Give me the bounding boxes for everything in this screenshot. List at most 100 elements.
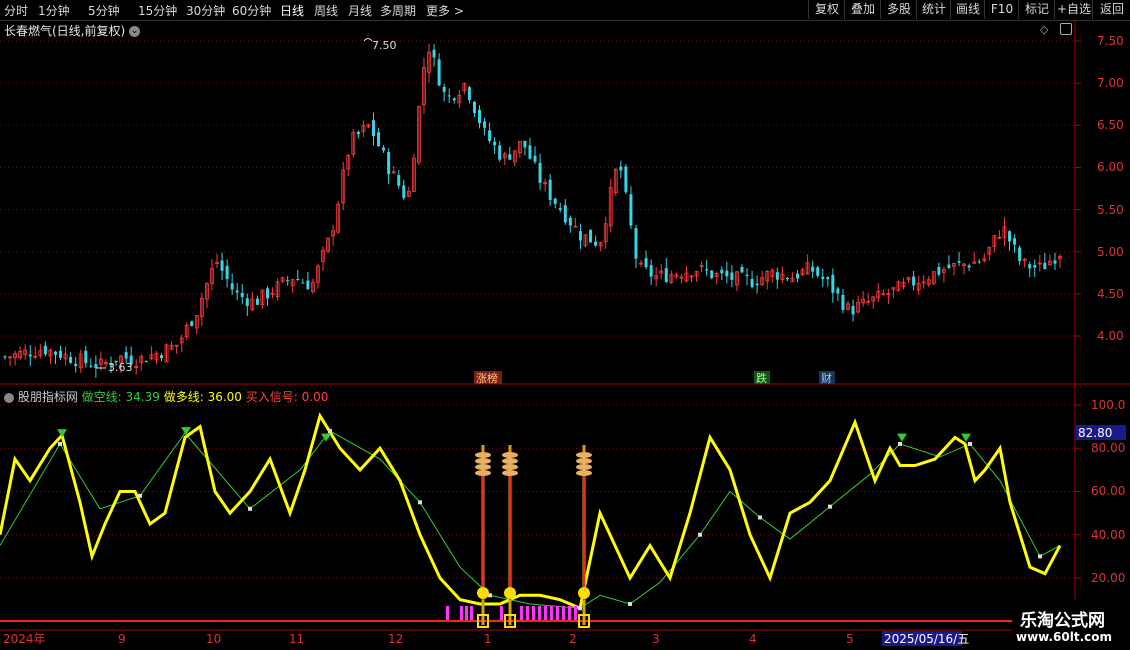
sell-arrow-icon — [961, 433, 971, 442]
buy-smiley-icon — [477, 587, 489, 599]
candle-body — [225, 265, 229, 279]
candle-body — [664, 268, 668, 282]
buy-signal-coil — [576, 458, 592, 464]
candle-body — [548, 179, 552, 200]
buy-signal-coil — [475, 452, 491, 458]
candle-body — [255, 298, 259, 305]
candlestick-series — [3, 43, 1062, 378]
line-marker — [248, 506, 252, 511]
candle-body — [775, 272, 779, 280]
time-label: 5 — [846, 632, 854, 646]
candle-body — [710, 270, 714, 279]
line-marker — [898, 441, 902, 446]
candle-body — [387, 151, 391, 175]
candle-body — [528, 145, 532, 159]
candle-body — [402, 185, 406, 198]
candle-body — [356, 131, 360, 135]
candle-body — [730, 272, 734, 280]
chart-canvas[interactable]: 7.50 3.63 涨榜 跌 财 7.50 7.00 6.50 6.00 5.5… — [0, 0, 1130, 650]
buy-signal-coil — [475, 458, 491, 464]
candle-body — [43, 345, 47, 355]
line-marker — [828, 504, 832, 509]
event-tag-limit-up[interactable]: 涨榜 — [476, 371, 498, 385]
candle-body — [649, 265, 653, 277]
candle-body — [523, 140, 527, 148]
y-tick-label: 4.50 — [1097, 287, 1124, 301]
signal-bar — [500, 606, 503, 620]
candle-body — [589, 229, 593, 243]
candle-body — [144, 361, 148, 363]
candle-body — [69, 356, 73, 363]
buy-smiley-icon — [504, 587, 516, 599]
candle-body — [296, 279, 300, 281]
buy-smiley-icon — [578, 587, 590, 599]
low-label: 3.63 — [108, 361, 133, 374]
candle-body — [89, 365, 93, 367]
line-marker — [1038, 554, 1042, 559]
candle-body — [1008, 231, 1012, 242]
candle-body — [493, 141, 497, 146]
buy-signal-coil — [576, 470, 592, 476]
candle-body — [937, 266, 941, 275]
buy-signal-coil — [502, 452, 518, 458]
signal-bar — [556, 606, 559, 620]
candle-body — [594, 241, 598, 246]
candle-body — [629, 194, 633, 226]
event-tag-limit-down[interactable]: 跌 — [756, 371, 767, 385]
ind-y-tick-label: 40.00 — [1091, 528, 1125, 542]
signal-bar — [526, 606, 529, 620]
time-label: 2 — [569, 632, 577, 646]
candle-body — [472, 101, 476, 113]
candle-body — [94, 364, 98, 368]
signal-bar — [465, 606, 468, 620]
candle-body — [53, 351, 57, 355]
candle-body — [740, 266, 744, 273]
line-marker — [628, 601, 632, 606]
candle-body — [705, 269, 709, 271]
candle-body — [230, 283, 234, 290]
candle-body — [826, 277, 830, 280]
signal-bar — [520, 606, 523, 620]
buy-signal-coil — [576, 452, 592, 458]
line-marker — [138, 493, 142, 498]
y-tick-label: 6.00 — [1097, 160, 1124, 174]
candle-body — [488, 130, 492, 141]
time-label: 2024年 — [3, 632, 46, 646]
candle-body — [1013, 238, 1017, 245]
signal-bar — [538, 606, 541, 620]
time-label: 11 — [289, 632, 304, 646]
candle-body — [432, 49, 436, 58]
signal-bar — [460, 606, 463, 620]
time-axis: 2024年 9 10 11 12 1 2 3 4 5 2025/05/16/五 — [3, 631, 969, 646]
indicator-grid — [0, 404, 1081, 579]
buy-signal-coil — [502, 458, 518, 464]
line-marker — [418, 500, 422, 505]
signal-bar — [470, 606, 473, 620]
candle-body — [265, 288, 269, 299]
candle-body — [286, 280, 290, 282]
candle-body — [538, 162, 542, 183]
time-label: 3 — [652, 632, 660, 646]
line-marker — [58, 441, 62, 446]
candle-body — [1033, 265, 1037, 268]
candle-body — [644, 258, 648, 268]
line-marker — [578, 606, 582, 611]
buy-signal-coil — [475, 464, 491, 470]
candle-body — [977, 261, 981, 263]
y-tick-label: 6.50 — [1097, 118, 1124, 132]
line-marker — [968, 441, 972, 446]
indicator-series — [0, 412, 1075, 628]
ind-y-tick-label: 80.00 — [1091, 441, 1125, 455]
ind-y-tick-label: 100.0 — [1091, 398, 1125, 412]
y-tick-label: 5.50 — [1097, 203, 1124, 217]
candle-body — [508, 154, 512, 160]
candle-body — [397, 175, 401, 186]
current-value-text: 82.80 — [1078, 426, 1112, 440]
candle-body — [957, 261, 961, 263]
candle-body — [836, 288, 840, 294]
buy-signal-coil — [502, 470, 518, 476]
signal-bar — [568, 606, 571, 620]
candle-body — [382, 147, 386, 151]
event-tag-finance[interactable]: 财 — [821, 371, 832, 385]
watermark-url: www.60lt.com — [1016, 630, 1113, 644]
